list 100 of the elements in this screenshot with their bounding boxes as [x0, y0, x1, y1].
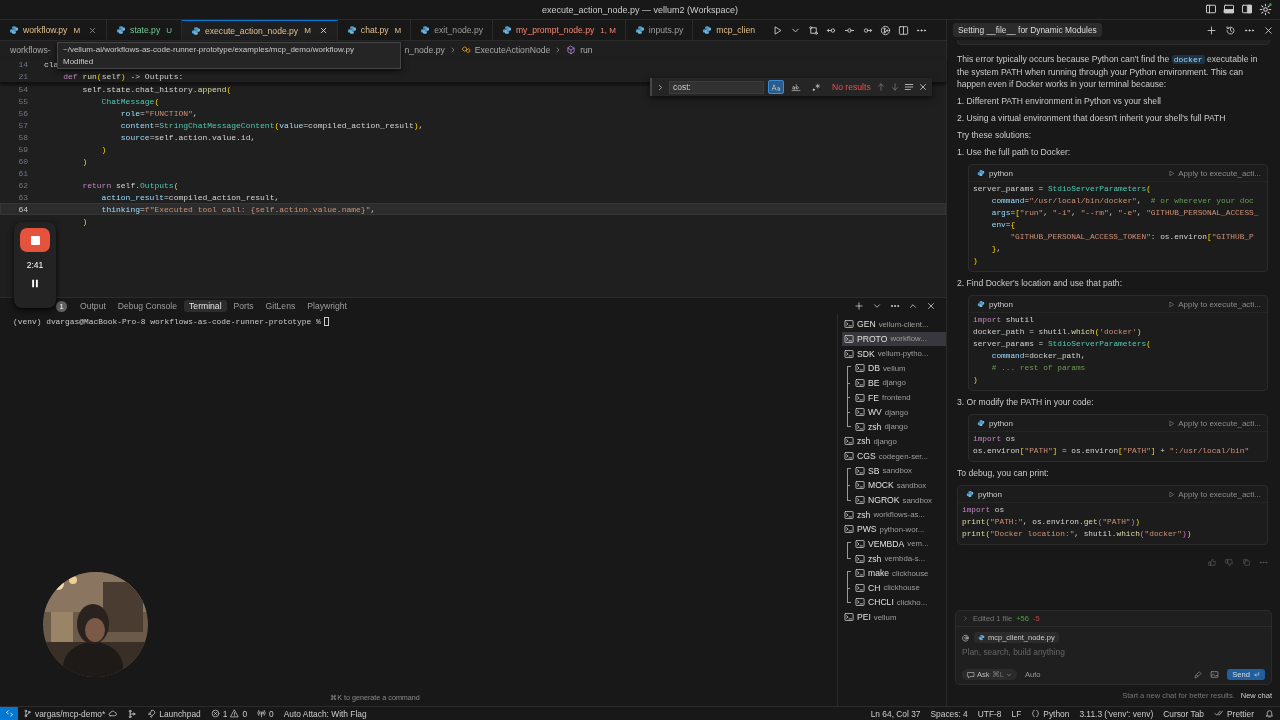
python-file-icon	[346, 25, 357, 35]
terminal-icon	[844, 612, 854, 623]
python-file-icon	[977, 169, 985, 177]
diff-icon[interactable]	[807, 24, 819, 36]
close-icon[interactable]	[88, 25, 98, 35]
antenna-icon	[257, 709, 267, 718]
brush-icon[interactable]	[1194, 670, 1203, 679]
apply-button[interactable]: Apply to execute_acti...	[1168, 418, 1261, 428]
play-icon	[1168, 300, 1176, 308]
close-icon[interactable]	[926, 301, 936, 311]
stop-recording-button[interactable]	[20, 228, 50, 252]
status-item[interactable]: Spaces: 4	[925, 707, 973, 720]
image-icon[interactable]	[1210, 670, 1220, 679]
chat-paragraph: This error typically occurs because Python can't find the docker executable in the system PATH when running through your Python environment. This can happen even if Docker works in your terminal because:	[957, 53, 1259, 90]
line-number: 58	[17, 132, 28, 142]
status-item[interactable]: LF	[1006, 707, 1027, 720]
arrow-up-icon[interactable]	[876, 82, 886, 92]
ports-button[interactable]: 0	[252, 707, 279, 720]
bell-icon[interactable]	[1265, 709, 1274, 718]
maximize-panel-icon[interactable]	[908, 301, 918, 311]
terminal-icon	[844, 451, 854, 462]
thumbs-down-icon[interactable]	[1225, 558, 1234, 567]
regex-icon	[811, 82, 821, 92]
prettier-button[interactable]: Prettier	[1209, 707, 1259, 720]
language-mode[interactable]: Python	[1026, 707, 1075, 720]
terminal-icon	[855, 597, 865, 608]
status-item[interactable]: Auto Attach: With Flag	[278, 707, 372, 720]
code-line: )	[81, 216, 88, 226]
terminal-icon	[855, 377, 865, 388]
code-line: def run(self) -> Outputs:	[62, 71, 184, 81]
status-item[interactable]: UTF-8	[972, 707, 1007, 720]
left-sidebar-toggle-icon[interactable]	[1205, 3, 1217, 15]
braces-icon	[1031, 709, 1041, 718]
terminal-icon	[844, 524, 854, 535]
file-path: ~/vellum-ai/workflows-as-code-runner-prototype/examples/mcp_demo/workflow.py	[63, 45, 355, 54]
editor-tab[interactable]: execute_action_node.py M	[182, 20, 338, 40]
panel-tab[interactable]: Debug Console	[112, 300, 183, 312]
chevron-down-icon[interactable]	[872, 301, 882, 311]
find-result: No results	[832, 82, 871, 92]
breadcrumb-item[interactable]: workflows-	[10, 44, 51, 55]
terminal-icon	[844, 333, 854, 344]
new-terminal-icon[interactable]	[854, 301, 864, 311]
breadcrumb-item[interactable]: run	[580, 44, 593, 55]
panel-tab[interactable]: Ports	[228, 300, 259, 312]
file-status: Modified	[63, 57, 95, 66]
line-number: 60	[17, 156, 28, 166]
panel-tab[interactable]: Terminal	[184, 300, 227, 312]
code-line: ChatMessage(	[100, 96, 160, 106]
play-icon	[1168, 490, 1176, 498]
code-line: thinking=f"Executed tool call: {self.action.value.name}",	[100, 204, 376, 214]
chat-input[interactable]: Plan, search, build anything	[962, 647, 1262, 657]
terminal-icon	[855, 538, 865, 549]
find-field[interactable]: cost:	[669, 80, 764, 94]
pause-icon[interactable]	[30, 278, 40, 289]
history-icon[interactable]	[1225, 24, 1236, 36]
match-case-toggle[interactable]	[768, 80, 784, 94]
close-icon[interactable]	[1263, 24, 1274, 36]
panel-tab[interactable]: Output	[75, 300, 111, 312]
panel-tab[interactable]: Playwright	[302, 300, 352, 312]
expand-replace-icon[interactable]	[656, 82, 665, 92]
chat-bubble-icon	[967, 670, 975, 679]
breadcrumb-item[interactable]: ExecuteActionNode	[474, 44, 551, 55]
right-sidebar-toggle-icon[interactable]	[1241, 3, 1253, 15]
warning-icon	[230, 709, 240, 718]
thumbs-up-icon[interactable]	[1208, 558, 1217, 567]
find-in-selection-icon[interactable]	[904, 82, 914, 92]
apply-button[interactable]: Apply to execute_acti...	[1168, 168, 1261, 178]
terminal-icon	[855, 495, 865, 505]
window-title: execute_action_node.py — vellum2 (Workspace)	[542, 4, 738, 15]
code-line: role="FUNCTION",	[119, 108, 198, 118]
close-icon[interactable]	[318, 26, 328, 35]
panel-toggle-icon[interactable]	[1223, 3, 1235, 15]
cloud-sync-icon	[108, 709, 118, 718]
apply-button[interactable]: Apply to execute_acti...	[1168, 299, 1261, 309]
problems-button[interactable]: 1 0	[205, 707, 253, 720]
status-item[interactable]: Ln 64, Col 37	[865, 707, 926, 720]
panel-tab[interactable]: GitLens	[260, 300, 301, 312]
chat-paragraph: To debug, you can print:	[957, 467, 1050, 479]
double-check-icon	[1214, 709, 1224, 718]
close-icon[interactable]	[918, 82, 928, 92]
line-number: 63	[17, 192, 28, 202]
graph-icon[interactable]	[879, 24, 891, 36]
mention-icon[interactable]	[962, 633, 970, 642]
apply-button[interactable]: Apply to execute_acti...	[1168, 489, 1261, 499]
arrow-down-icon[interactable]	[890, 82, 900, 92]
chat-tab[interactable]: Setting __file__ for Dynamic Modules	[953, 23, 1102, 37]
recording-time: 2:41	[26, 260, 44, 270]
branch-button[interactable]: vargas/mcp-demo*	[18, 707, 123, 720]
terminal-icon	[844, 436, 854, 447]
python-file-icon	[634, 25, 645, 35]
status-item[interactable]: 3.11.3 ('venv': venv)	[1074, 707, 1159, 720]
terminal-icon	[855, 568, 865, 579]
breadcrumb-item[interactable]: n_node.py	[404, 44, 445, 55]
source-control-graph-icon[interactable]	[127, 708, 138, 719]
split-editor-icon[interactable]	[897, 24, 909, 36]
launchpad-button[interactable]: Launchpad	[142, 707, 206, 720]
settings-icon[interactable]	[1259, 3, 1272, 16]
terminal-icon	[844, 509, 854, 520]
status-item[interactable]: Cursor Tab	[1158, 707, 1209, 720]
new-chat-icon[interactable]	[1206, 24, 1217, 36]
